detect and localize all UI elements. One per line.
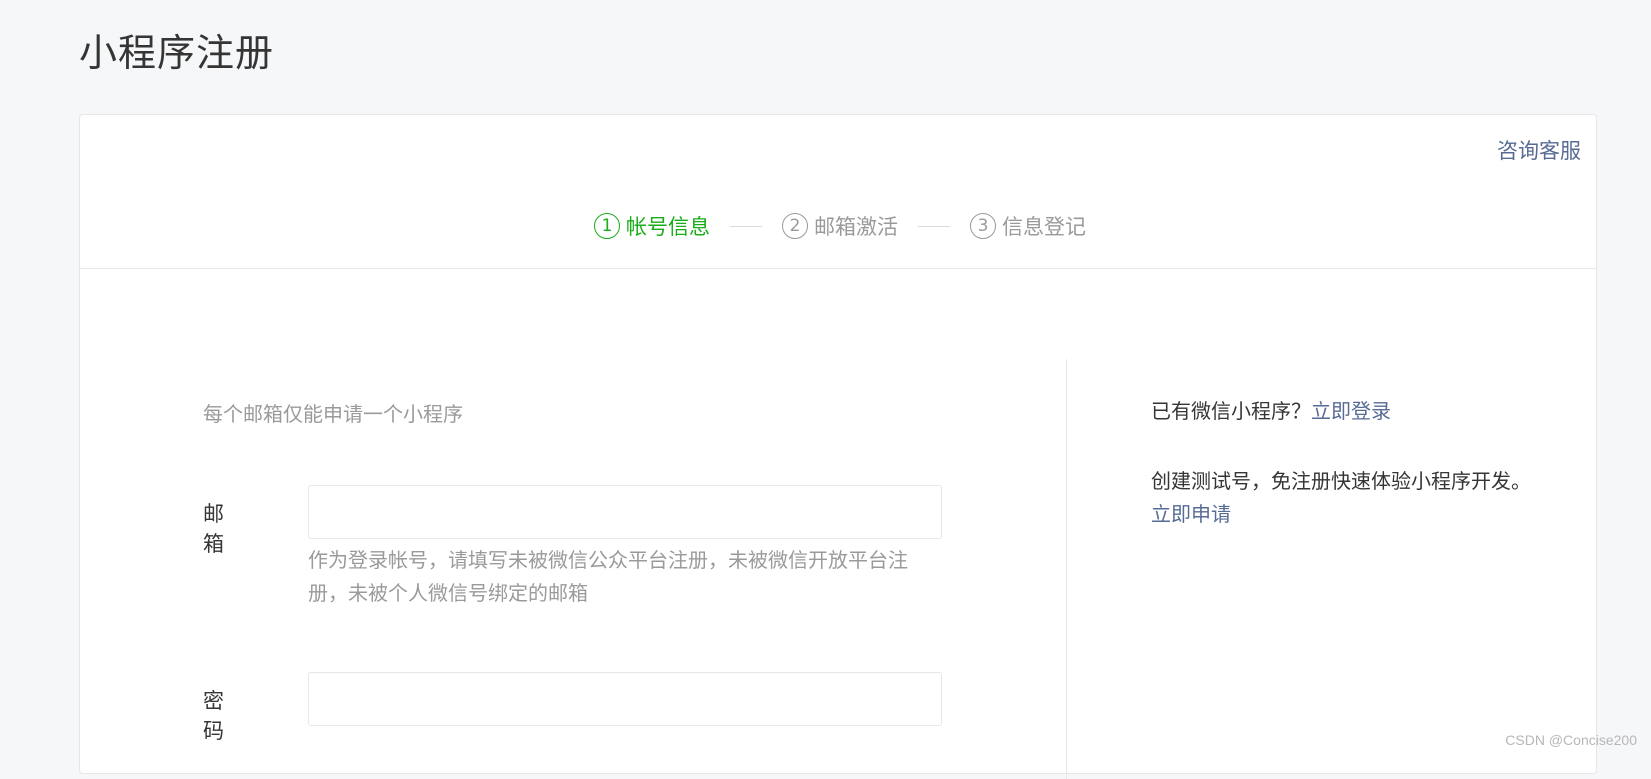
step-label-2: 邮箱激活: [814, 211, 898, 241]
column-divider: [1066, 359, 1067, 779]
email-label: 邮箱: [203, 498, 224, 558]
step-connector: [918, 226, 950, 227]
step-label-3: 信息登记: [1002, 211, 1086, 241]
login-link[interactable]: 立即登录: [1311, 399, 1391, 423]
step-number-3: 3: [970, 213, 996, 239]
password-field[interactable]: [308, 672, 942, 726]
step-number-2: 2: [782, 213, 808, 239]
login-prompt: 已有微信小程序？立即登录: [1151, 395, 1531, 428]
header-divider: [80, 268, 1596, 269]
email-hint: 作为登录帐号，请填写未被微信公众平台注册，未被微信开放平台注册，未被个人微信号绑…: [308, 544, 942, 610]
step-connector: [730, 226, 762, 227]
step-account-info: 1 帐号信息: [594, 211, 710, 241]
login-prompt-text: 已有微信小程序？: [1151, 399, 1311, 423]
step-number-1: 1: [594, 213, 620, 239]
password-label: 密码: [203, 685, 224, 745]
email-field[interactable]: [308, 485, 942, 539]
watermark: CSDN @Concise200: [1505, 732, 1637, 748]
test-prompt-text: 创建测试号，免注册快速体验小程序开发。: [1151, 469, 1531, 493]
registration-card: 咨询客服 1 帐号信息 2 邮箱激活 3 信息登记 每个邮箱仅能申请一个小程序 …: [79, 114, 1597, 774]
apply-test-account-link[interactable]: 立即申请: [1151, 502, 1231, 526]
form-tip: 每个邮箱仅能申请一个小程序: [203, 398, 463, 427]
step-info-registration: 3 信息登记: [970, 211, 1086, 241]
page-title: 小程序注册: [79, 22, 274, 77]
test-account-prompt: 创建测试号，免注册快速体验小程序开发。立即申请: [1151, 465, 1531, 531]
step-label-1: 帐号信息: [626, 211, 710, 241]
step-email-activation: 2 邮箱激活: [782, 211, 898, 241]
customer-service-link[interactable]: 咨询客服: [1497, 135, 1581, 165]
step-indicator: 1 帐号信息 2 邮箱激活 3 信息登记: [80, 211, 1596, 241]
